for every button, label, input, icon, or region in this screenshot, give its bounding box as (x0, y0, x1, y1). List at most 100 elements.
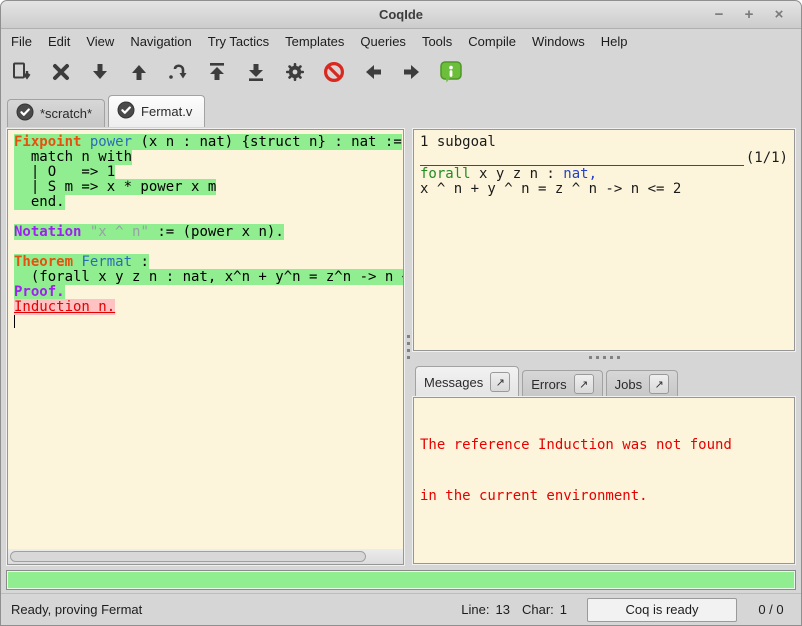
toolbar (1, 53, 801, 91)
detach-icon: ↗ (496, 376, 505, 389)
arrow-to-top-icon (205, 60, 229, 84)
progress-bar (6, 570, 796, 590)
file-tabstrip: *scratch* Fermat.v (1, 91, 801, 127)
detach-icon: ↗ (655, 378, 664, 391)
tab-label: *scratch* (40, 106, 92, 121)
minimize-button[interactable]: − (711, 7, 727, 23)
step-forward-button[interactable] (85, 57, 115, 87)
progress-bar-container (1, 569, 801, 593)
menu-tools[interactable]: Tools (414, 31, 460, 52)
error-message-line: in the current environment. (420, 488, 788, 505)
tab-label: Messages (424, 375, 483, 390)
horizontal-scrollbar[interactable] (8, 549, 403, 564)
go-to-end-button[interactable] (241, 57, 271, 87)
menu-compile[interactable]: Compile (460, 31, 524, 52)
horizontal-splitter[interactable] (413, 351, 795, 363)
menu-try-tactics[interactable]: Try Tactics (200, 31, 277, 52)
detach-errors-button[interactable]: ↗ (574, 374, 594, 394)
code-line: Proof. (14, 285, 403, 300)
interrupt-button[interactable] (319, 57, 349, 87)
text-cursor (14, 315, 15, 328)
goal-line: x ^ n + y ^ n = z ^ n -> n <= 2 (420, 181, 788, 196)
menu-file[interactable]: File (3, 31, 40, 52)
menu-edit[interactable]: Edit (40, 31, 78, 52)
arrow-to-bottom-icon (244, 60, 268, 84)
goals-pane[interactable]: 1 subgoal (1/1) forall x y z n : nat, x … (413, 129, 795, 351)
code-line: match n with (14, 150, 403, 165)
right-column: 1 subgoal (1/1) forall x y z n : nat, x … (413, 129, 795, 565)
menu-windows[interactable]: Windows (524, 31, 593, 52)
char-label: Char: (522, 602, 554, 617)
goal-separator: (1/1) (420, 150, 788, 166)
info-bubble-icon (438, 59, 464, 85)
tab-scratch[interactable]: *scratch* (7, 99, 105, 127)
jobs-counter: 0 / 0 (751, 602, 791, 617)
code-line-error: Induction n. (14, 300, 403, 315)
fully-check-button[interactable] (280, 57, 310, 87)
next-button[interactable] (397, 57, 427, 87)
script-editor[interactable]: Fixpoint power (x n : nat) {struct n} : … (7, 129, 404, 565)
message-tabstrip: Messages ↗ Errors ↗ Jobs ↗ (413, 363, 795, 397)
script-text[interactable]: Fixpoint power (x n : nat) {struct n} : … (8, 130, 403, 549)
detach-icon: ↗ (579, 378, 588, 391)
save-icon (10, 60, 34, 84)
menu-bar: File Edit View Navigation Try Tactics Te… (1, 29, 801, 53)
status-bar: Ready, proving Fermat Line: 13 Char: 1 C… (1, 593, 801, 625)
close-doc-button[interactable] (46, 57, 76, 87)
detach-jobs-button[interactable]: ↗ (649, 374, 669, 394)
tab-messages[interactable]: Messages ↗ (415, 366, 519, 397)
code-line (14, 315, 403, 330)
restart-button[interactable] (202, 57, 232, 87)
tab-jobs[interactable]: Jobs ↗ (606, 370, 678, 397)
menu-navigation[interactable]: Navigation (122, 31, 199, 52)
menu-help[interactable]: Help (593, 31, 636, 52)
arrow-right-icon (400, 60, 424, 84)
menu-templates[interactable]: Templates (277, 31, 352, 52)
code-line: Theorem Fermat : (14, 255, 403, 270)
previous-button[interactable] (358, 57, 388, 87)
code-line (14, 210, 403, 225)
coqide-window: CoqIde − + × File Edit View Navigation T… (0, 0, 802, 626)
arrow-left-icon (361, 60, 385, 84)
arrow-down-icon (88, 60, 112, 84)
window-title: CoqIde (1, 7, 801, 22)
go-to-cursor-button[interactable] (163, 57, 193, 87)
save-button[interactable] (7, 57, 37, 87)
window-controls: − + × (711, 7, 801, 23)
detach-messages-button[interactable]: ↗ (490, 372, 510, 392)
code-line: Notation "x ^ n" := (power x n). (14, 225, 403, 240)
scrollbar-thumb[interactable] (10, 551, 366, 562)
tab-label: Errors (531, 377, 566, 392)
code-line: Fixpoint power (x n : nat) {struct n} : … (14, 135, 403, 150)
tab-label: Jobs (615, 377, 642, 392)
about-button[interactable] (436, 57, 466, 87)
error-message-line: The reference Induction was not found (420, 437, 788, 454)
code-line: | O => 1 (14, 165, 403, 180)
code-line: end. (14, 195, 403, 210)
menu-queries[interactable]: Queries (352, 31, 414, 52)
tab-label: Fermat.v (141, 104, 192, 119)
check-icon (117, 101, 135, 122)
char-value: 1 (560, 602, 567, 617)
title-bar[interactable]: CoqIde − + × (1, 1, 801, 29)
tab-fermat[interactable]: Fermat.v (108, 95, 205, 127)
goal-line: forall x y z n : nat, (420, 166, 788, 181)
curved-arrow-icon (166, 60, 190, 84)
tab-errors[interactable]: Errors ↗ (522, 370, 602, 397)
line-value: 13 (496, 602, 510, 617)
close-icon (49, 60, 73, 84)
step-backward-button[interactable] (124, 57, 154, 87)
goal-counter: (1/1) (746, 150, 788, 166)
vertical-splitter[interactable] (404, 129, 413, 565)
code-line: (forall x y z n : nat, x^n + y^n = z^n -… (14, 270, 403, 285)
line-label: Line: (461, 602, 489, 617)
messages-pane[interactable]: The reference Induction was not found in… (413, 397, 795, 564)
gear-icon (283, 60, 307, 84)
arrow-up-icon (127, 60, 151, 84)
maximize-button[interactable]: + (741, 7, 757, 23)
code-line: | S m => x * power x m (14, 180, 403, 195)
status-right: Line: 13 Char: 1 Coq is ready 0 / 0 (461, 598, 791, 622)
close-button[interactable]: × (771, 7, 787, 23)
menu-view[interactable]: View (78, 31, 122, 52)
code-line (14, 240, 403, 255)
